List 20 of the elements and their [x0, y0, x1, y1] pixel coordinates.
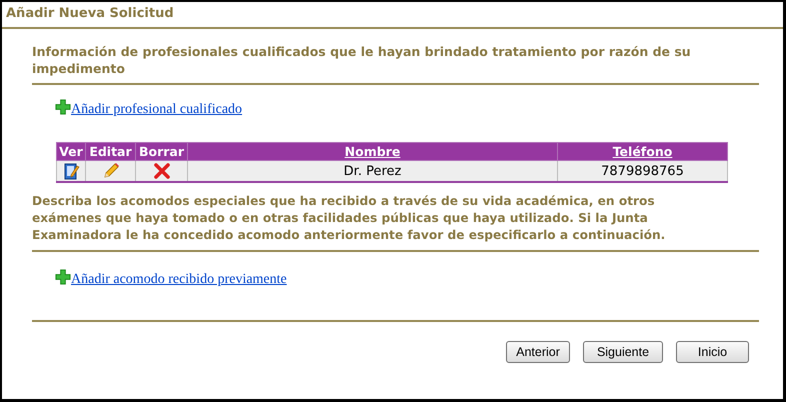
- section-heading: Describa los acomodos especiales que ha recibido a través de su vida académica, en otros exámenes que haya tomado o en otras facilidades públicas que haya utilizado. Si la Junta Examinadora le ha concedido acomodo anteriormente favor de especificarlo a continuación.: [32, 193, 666, 244]
- column-header: Borrar: [136, 142, 188, 160]
- nav-button[interactable]: Siguiente: [583, 341, 663, 363]
- plus-icon: [55, 269, 71, 285]
- column-header: Ver: [56, 142, 86, 160]
- notepad-icon[interactable]: [62, 162, 80, 180]
- add-link[interactable]: Añadir profesional cualificado: [71, 102, 242, 118]
- plus-icon: [55, 99, 71, 115]
- table-cell: Dr. Perez: [188, 160, 558, 182]
- add-link[interactable]: Añadir acomodo recibido previamente: [71, 272, 287, 288]
- column-header[interactable]: Teléfono: [558, 142, 728, 160]
- section-heading: Información de profesionales cualificados que le hayan brindado tratamiento por razón de su impedimento: [32, 43, 692, 77]
- column-header: Editar: [86, 142, 136, 160]
- window-title: Añadir Nueva Solicitud: [5, 5, 175, 23]
- delete-icon[interactable]: [152, 162, 170, 180]
- column-header[interactable]: Nombre: [188, 142, 558, 160]
- table-cell: 7879898765: [558, 160, 728, 182]
- pencil-icon[interactable]: [102, 162, 120, 180]
- nav-button[interactable]: Inicio: [676, 341, 749, 363]
- nav-button[interactable]: Anterior: [506, 341, 570, 363]
